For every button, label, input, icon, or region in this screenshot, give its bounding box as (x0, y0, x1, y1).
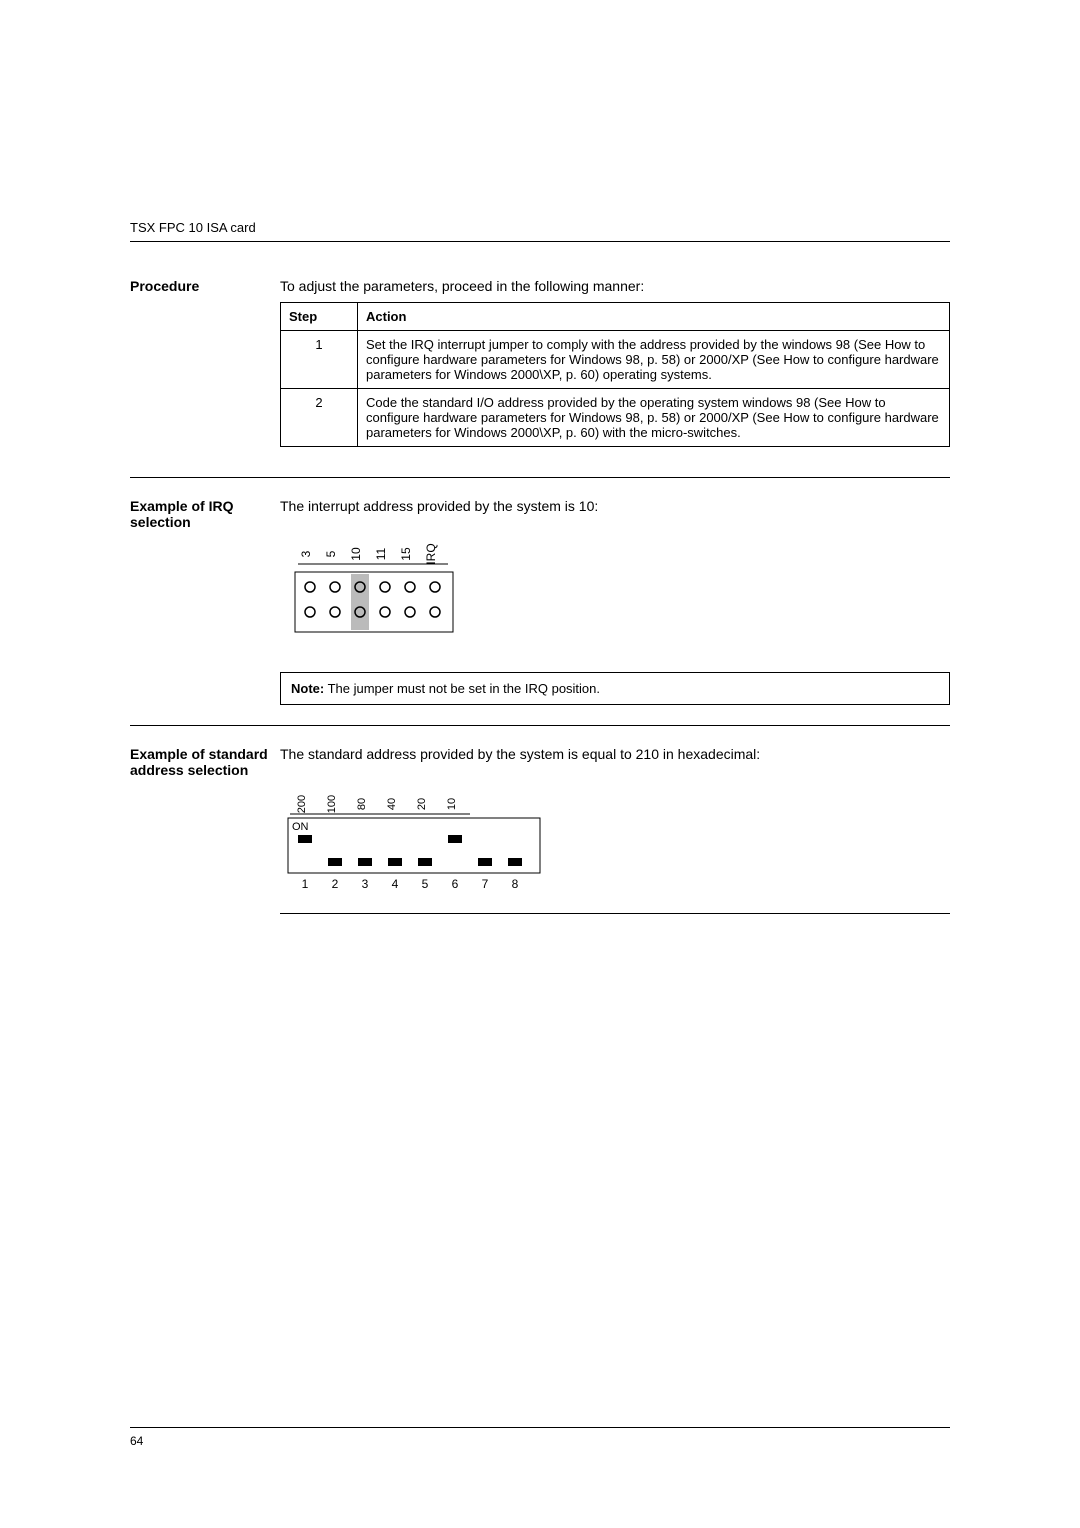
table-row: 2 Code the standard I/O address provided… (281, 389, 950, 447)
jumper-box (295, 572, 453, 632)
switch-slider (388, 858, 402, 866)
pin-label: 15 (399, 547, 413, 561)
divider (130, 725, 950, 726)
procedure-table: Step Action 1 Set the IRQ interrupt jump… (280, 302, 950, 447)
divider (280, 913, 950, 914)
weight-label: 200 (296, 795, 308, 813)
switch-slider (298, 835, 312, 843)
table-cell-step: 2 (281, 389, 358, 447)
switch-number: 7 (482, 877, 489, 891)
irq-jumper-diagram: 3 5 10 11 15 IRQ (280, 524, 490, 644)
switch-number: 1 (302, 877, 309, 891)
address-intro: The standard address provided by the sys… (280, 746, 950, 762)
switch-number: 2 (332, 877, 339, 891)
pin-hole (430, 607, 440, 617)
switch-number: 3 (362, 877, 369, 891)
dip-switch-diagram: 200 100 80 40 20 10 ON (280, 780, 570, 895)
pin-hole (430, 582, 440, 592)
weight-label: 80 (356, 798, 368, 810)
pin-label: 11 (374, 547, 388, 560)
dip-body (288, 818, 540, 873)
pin-hole (380, 607, 390, 617)
table-header-action: Action (358, 303, 950, 331)
switch-slider (418, 858, 432, 866)
pin-label: 10 (349, 547, 363, 561)
section-address: Example of standard address selection Th… (130, 746, 950, 914)
pin-hole (405, 607, 415, 617)
weight-label: 100 (326, 795, 338, 813)
procedure-label: Procedure (130, 278, 280, 447)
procedure-intro: To adjust the parameters, proceed in the… (280, 278, 950, 294)
pin-hole (330, 607, 340, 617)
pin-label: 3 (299, 550, 313, 557)
footer-rule (130, 1427, 950, 1428)
note-box: Note: The jumper must not be set in the … (280, 672, 950, 705)
pin-hole (405, 582, 415, 592)
switch-number: 5 (422, 877, 429, 891)
irq-label: Example of IRQ selection (130, 498, 280, 715)
switch-number: 4 (392, 877, 399, 891)
header-rule (130, 241, 950, 242)
weight-label: 10 (446, 798, 458, 810)
pin-hole (330, 582, 340, 592)
switch-slider (478, 858, 492, 866)
weight-label: 40 (386, 798, 398, 810)
note-text: The jumper must not be set in the IRQ po… (324, 681, 600, 696)
pin-label: 5 (324, 550, 338, 557)
address-label: Example of standard address selection (130, 746, 280, 914)
table-cell-step: 1 (281, 331, 358, 389)
switch-number: 8 (512, 877, 519, 891)
switch-slider (448, 835, 462, 843)
divider (130, 477, 950, 478)
irq-intro: The interrupt address provided by the sy… (280, 498, 950, 514)
note-prefix: Note: (291, 681, 324, 696)
section-procedure: Procedure To adjust the parameters, proc… (130, 278, 950, 447)
pin-hole (305, 607, 315, 617)
table-header-step: Step (281, 303, 358, 331)
switch-slider (328, 858, 342, 866)
table-row: 1 Set the IRQ interrupt jumper to comply… (281, 331, 950, 389)
page-number: 64 (130, 1434, 950, 1448)
page-footer: 64 (130, 1427, 950, 1448)
table-cell-action: Set the IRQ interrupt jumper to comply w… (358, 331, 950, 389)
switch-slider (508, 858, 522, 866)
section-irq: Example of IRQ selection The interrupt a… (130, 498, 950, 715)
switch-number: 6 (452, 877, 459, 891)
running-head: TSX FPC 10 ISA card (130, 220, 950, 235)
pin-hole (380, 582, 390, 592)
weight-label: 20 (416, 798, 428, 810)
on-label: ON (292, 821, 309, 833)
pin-hole (305, 582, 315, 592)
table-cell-action: Code the standard I/O address provided b… (358, 389, 950, 447)
pin-label: IRQ (424, 543, 438, 564)
switch-slider (358, 858, 372, 866)
